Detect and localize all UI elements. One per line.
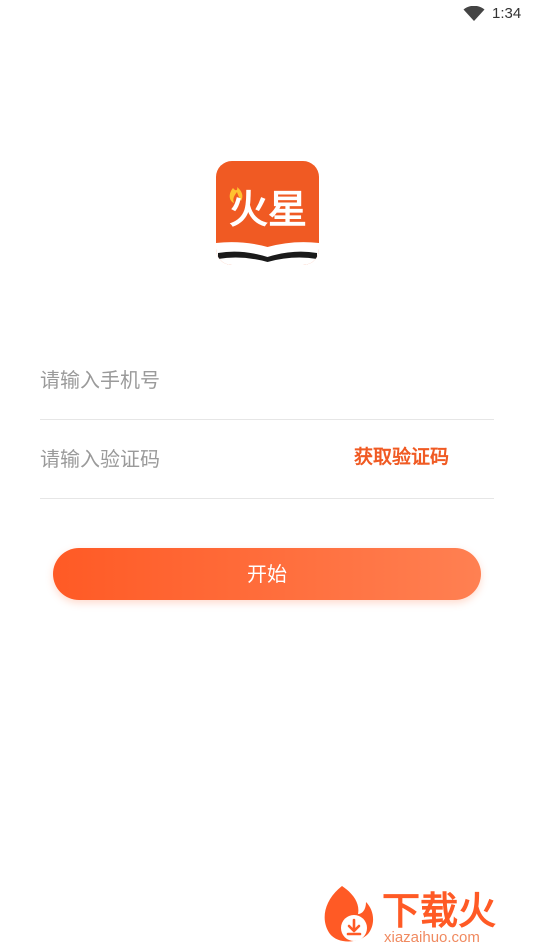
footer-brand-domain: xiazaihuo.com	[384, 929, 480, 946]
app-logo: 火星	[216, 161, 319, 265]
start-button[interactable]: 开始	[53, 548, 481, 600]
wifi-icon	[463, 6, 485, 21]
get-code-button[interactable]: 获取验证码	[354, 420, 449, 498]
footer-brand-logo: 下载火 xiazaihuo.com	[324, 886, 496, 946]
status-time: 1:34	[492, 5, 522, 22]
code-input[interactable]	[40, 420, 330, 498]
footer-brand-name: 下载火	[382, 889, 496, 933]
logo-text: 火星	[229, 188, 307, 233]
phone-field	[40, 341, 494, 420]
code-field: 获取验证码	[40, 420, 494, 499]
status-bar: 1:34	[0, 0, 534, 30]
start-button-label: 开始	[247, 562, 287, 586]
flame-download-icon	[324, 886, 374, 942]
phone-input[interactable]	[40, 341, 494, 419]
